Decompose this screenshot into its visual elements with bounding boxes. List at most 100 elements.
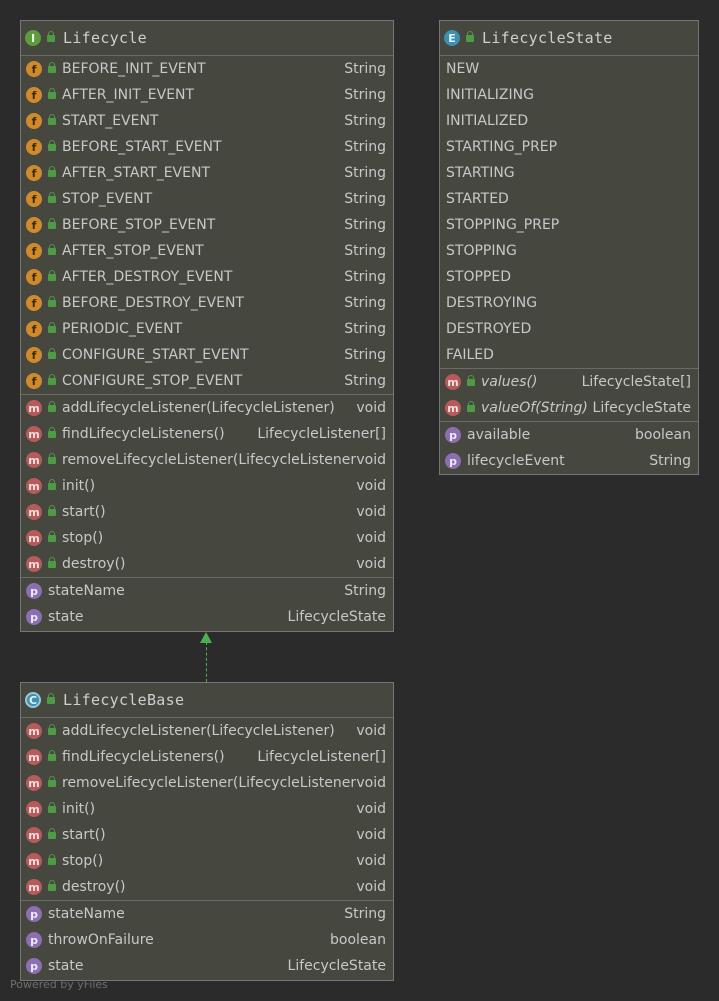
method-row[interactable]: m valueOf(String) LifecycleState <box>440 395 698 421</box>
class-icon: C <box>25 692 41 708</box>
class-name: Lifecycle <box>63 29 147 47</box>
lifecycle-state-class-box[interactable]: E LifecycleState NEW INITIALIZING INITIALI… <box>439 20 699 475</box>
field-icon: f <box>26 165 42 181</box>
constant-name: FAILED <box>446 347 494 363</box>
field-row[interactable]: f START_EVENT String <box>21 108 393 134</box>
member-type: String <box>344 906 386 922</box>
property-icon: p <box>445 427 461 443</box>
method-icon: m <box>26 853 42 869</box>
field-icon: f <box>26 139 42 155</box>
property-row[interactable]: p throwOnFailure boolean <box>21 927 393 953</box>
method-row[interactable]: m removeLifecycleListener(LifecycleListen… <box>21 447 393 473</box>
method-row[interactable]: m start() void <box>21 822 393 848</box>
field-row[interactable]: f PERIODIC_EVENT String <box>21 316 393 342</box>
public-lock-icon <box>47 30 55 42</box>
enum-constant[interactable]: STOPPING <box>440 238 698 264</box>
enum-constant[interactable]: FAILED <box>440 342 698 368</box>
member-type: String <box>344 373 386 389</box>
member-type: void <box>356 556 386 572</box>
member-name: available <box>467 427 531 443</box>
method-row[interactable]: m stop() void <box>21 525 393 551</box>
enum-constant[interactable]: DESTROYING <box>440 290 698 316</box>
field-row[interactable]: f AFTER_INIT_EVENT String <box>21 82 393 108</box>
method-row[interactable]: m destroy() void <box>21 874 393 900</box>
public-lock-icon <box>48 775 56 787</box>
member-name: init() <box>62 801 96 817</box>
public-lock-icon <box>48 373 56 385</box>
member-name: values() <box>481 374 538 390</box>
lifecycle-class-box[interactable]: I Lifecycle f BEFORE_INIT_EVENT String f AFT… <box>20 20 394 632</box>
field-row[interactable]: f AFTER_STOP_EVENT String <box>21 238 393 264</box>
field-row[interactable]: f BEFORE_STOP_EVENT String <box>21 212 393 238</box>
member-name: BEFORE_START_EVENT <box>62 139 222 155</box>
method-row[interactable]: m init() void <box>21 796 393 822</box>
public-lock-icon <box>48 269 56 281</box>
field-row[interactable]: f AFTER_DESTROY_EVENT String <box>21 264 393 290</box>
field-icon: f <box>26 295 42 311</box>
method-row[interactable]: m removeLifecycleListener(LifecycleListen… <box>21 770 393 796</box>
field-icon: f <box>26 243 42 259</box>
enum-constant[interactable]: INITIALIZED <box>440 108 698 134</box>
member-name: STOP_EVENT <box>62 191 153 207</box>
enum-constant[interactable]: STOPPED <box>440 264 698 290</box>
method-row[interactable]: m findLifecycleListeners() LifecycleListen… <box>21 744 393 770</box>
property-row[interactable]: p state LifecycleState <box>21 604 393 630</box>
constant-name: DESTROYING <box>446 295 538 311</box>
method-row[interactable]: m init() void <box>21 473 393 499</box>
enum-constant[interactable]: DESTROYED <box>440 316 698 342</box>
field-row[interactable]: f CONFIGURE_STOP_EVENT String <box>21 368 393 394</box>
enum-constant[interactable]: STOPPING_PREP <box>440 212 698 238</box>
field-row[interactable]: f BEFORE_START_EVENT String <box>21 134 393 160</box>
public-lock-icon <box>48 478 56 490</box>
enum-constant[interactable]: NEW <box>440 56 698 82</box>
member-type: boolean <box>330 932 386 948</box>
member-name: CONFIGURE_STOP_EVENT <box>62 373 243 389</box>
lifecycle-state-header: E LifecycleState <box>440 21 698 56</box>
member-type: void <box>356 827 386 843</box>
property-row[interactable]: p available boolean <box>440 422 698 448</box>
fields-section: f BEFORE_INIT_EVENT String f AFTER_INIT_EVEN… <box>21 56 393 395</box>
method-row[interactable]: m addLifecycleListener(LifecycleListener)… <box>21 395 393 421</box>
member-type: void <box>356 530 386 546</box>
public-lock-icon <box>48 749 56 761</box>
methods-section: m addLifecycleListener(LifecycleListener)… <box>21 395 393 578</box>
member-type: String <box>344 347 386 363</box>
interface-icon: I <box>25 30 41 46</box>
field-row[interactable]: f BEFORE_INIT_EVENT String <box>21 56 393 82</box>
method-row[interactable]: m start() void <box>21 499 393 525</box>
powered-by-footer: Powered by yFiles <box>10 978 108 991</box>
field-row[interactable]: f AFTER_START_EVENT String <box>21 160 393 186</box>
enum-constant[interactable]: STARTING_PREP <box>440 134 698 160</box>
property-icon: p <box>26 958 42 974</box>
field-row[interactable]: f CONFIGURE_START_EVENT String <box>21 342 393 368</box>
member-type: void <box>356 801 386 817</box>
public-lock-icon <box>48 426 56 438</box>
enum-constant[interactable]: STARTING <box>440 160 698 186</box>
properties-section: p available boolean p lifecycleEvent String <box>440 422 698 474</box>
method-row[interactable]: m addLifecycleListener(LifecycleListener)… <box>21 718 393 744</box>
method-icon: m <box>26 801 42 817</box>
member-type: void <box>356 504 386 520</box>
method-icon: m <box>26 775 42 791</box>
enum-constant[interactable]: INITIALIZING <box>440 82 698 108</box>
constant-name: DESTROYED <box>446 321 532 337</box>
member-type: void <box>356 478 386 494</box>
method-row[interactable]: m values() LifecycleState[] <box>440 369 698 395</box>
method-icon: m <box>26 827 42 843</box>
property-row[interactable]: p lifecycleEvent String <box>440 448 698 474</box>
method-icon: m <box>26 478 42 494</box>
member-type: LifecycleState[] <box>581 374 691 390</box>
property-row[interactable]: p state LifecycleState <box>21 953 393 979</box>
method-row[interactable]: m findLifecycleListeners() LifecycleListen… <box>21 421 393 447</box>
member-name: stop() <box>62 853 104 869</box>
method-row[interactable]: m destroy() void <box>21 551 393 577</box>
member-type: String <box>344 243 386 259</box>
property-row[interactable]: p stateName String <box>21 578 393 604</box>
lifecycle-base-class-box[interactable]: C LifecycleBase m addLifecycleListener(Li… <box>20 682 394 981</box>
field-row[interactable]: f BEFORE_DESTROY_EVENT String <box>21 290 393 316</box>
property-row[interactable]: p stateName String <box>21 901 393 927</box>
field-row[interactable]: f STOP_EVENT String <box>21 186 393 212</box>
method-row[interactable]: m stop() void <box>21 848 393 874</box>
enum-constant[interactable]: STARTED <box>440 186 698 212</box>
member-type: String <box>344 269 386 285</box>
